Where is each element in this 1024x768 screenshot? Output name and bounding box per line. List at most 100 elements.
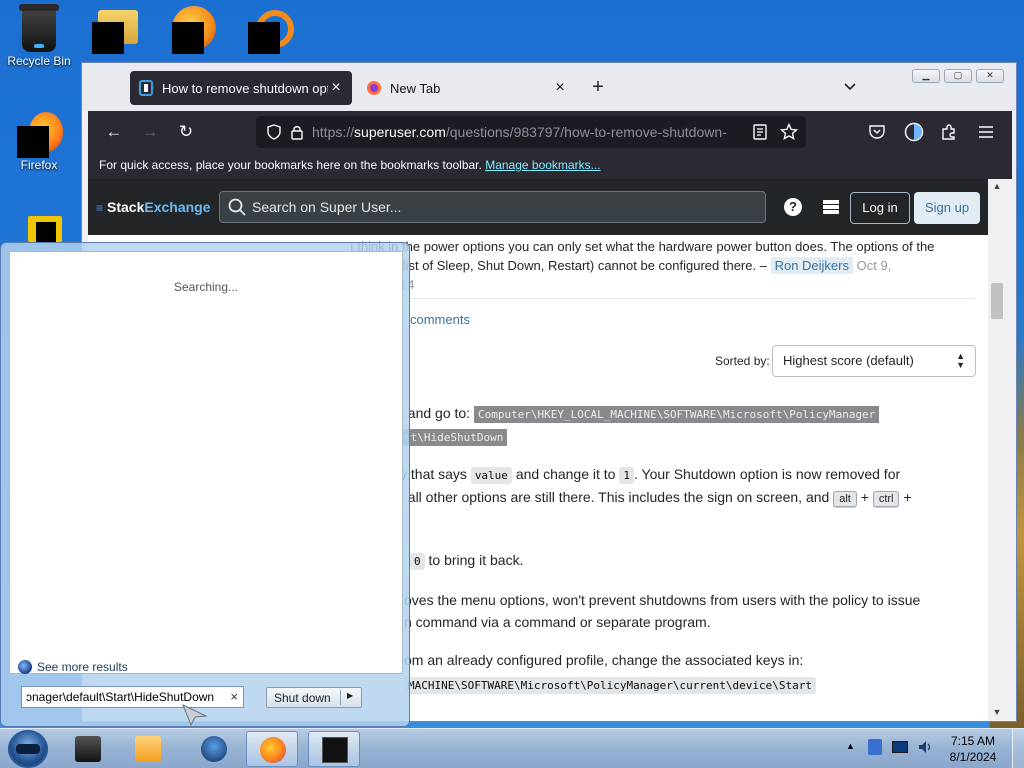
globe-app-icon	[201, 736, 227, 762]
clock-time: 7:15 AM	[950, 734, 996, 748]
shutdown-button[interactable]: Shut down ▶	[266, 687, 362, 708]
extensions-puzzle-icon[interactable]	[940, 123, 958, 141]
shutdown-options-arrow-icon[interactable]: ▶	[347, 691, 353, 700]
taskbar-app[interactable]	[62, 731, 114, 767]
lock-icon[interactable]	[290, 124, 304, 140]
help-icon[interactable]: ?	[784, 198, 802, 216]
login-button[interactable]: Log in	[850, 192, 910, 224]
pocket-icon[interactable]	[868, 123, 886, 141]
clock[interactable]: 7:15 AM 8/1/2024	[944, 733, 1002, 765]
globe-icon	[18, 660, 32, 674]
page-scrollbar[interactable]: ▲ ▼	[988, 179, 1006, 721]
answer-paragraph: 0 to bring it back.	[410, 549, 523, 573]
minimize-button[interactable]: ▁	[912, 69, 940, 83]
signup-button[interactable]: Sign up	[914, 192, 980, 224]
searching-status: Searching...	[173, 280, 239, 294]
search-results-pane: Searching... See more results	[9, 251, 403, 674]
bookmarks-hint: For quick access, place your bookmarks h…	[99, 158, 482, 172]
taskbar-app[interactable]	[122, 731, 174, 767]
speaker-icon[interactable]	[918, 739, 932, 755]
redacted-icon	[36, 222, 56, 242]
recycle-bin-label: Recycle Bin	[7, 54, 71, 68]
firefox-desktop-icon[interactable]: Firefox	[0, 112, 78, 172]
clear-search-icon[interactable]: ×	[230, 689, 238, 704]
maximize-button[interactable]: ▢	[944, 69, 972, 83]
redacted-icon	[17, 126, 49, 158]
url-bar[interactable]: https://superuser.com/questions/983797/h…	[256, 116, 806, 148]
tab-strip: How to remove shutdown optic × New Tab ×…	[82, 63, 1016, 111]
taskbar-firefox[interactable]	[246, 731, 298, 767]
forward-arrow-icon[interactable]: →	[140, 122, 160, 142]
scroll-up-arrow-icon[interactable]: ▲	[992, 181, 1002, 191]
bookmarks-toolbar: For quick access, place your bookmarks h…	[88, 153, 1012, 179]
code-path: Computer\HKEY_LOCAL_MACHINE\SOFTWARE\Mic…	[473, 406, 880, 423]
inbox-icon[interactable]	[822, 199, 840, 215]
firefox-favicon-icon	[366, 80, 382, 96]
show-hidden-icons-chevron-icon[interactable]: ▲	[846, 741, 855, 751]
comment: I think in the power options you can onl…	[350, 239, 935, 292]
superuser-favicon-icon	[138, 80, 154, 96]
see-more-results-link[interactable]: See more results	[18, 660, 128, 674]
tab-new-tab[interactable]: New Tab ×	[358, 71, 576, 105]
tab-title: New Tab	[390, 80, 441, 96]
redacted-icon	[248, 22, 280, 54]
firefox-label: Firefox	[20, 158, 58, 172]
account-icon[interactable]	[904, 122, 924, 142]
reload-icon[interactable]: ↻	[176, 122, 196, 142]
stackexchange-logo[interactable]: ≡ StackExchange	[96, 199, 211, 215]
answer-paragraph: y that says value and change it to 1. Yo…	[400, 466, 901, 484]
taskbar-monitor-app[interactable]	[308, 731, 360, 767]
shield-icon[interactable]	[266, 124, 282, 140]
answer-paragraph: t all other options are still there. Thi…	[400, 489, 912, 507]
media-player-icon	[135, 736, 161, 762]
start-menu: Searching... See more results ɔnager\def…	[0, 242, 410, 727]
kbd-alt: alt	[833, 491, 857, 507]
clock-date: 8/1/2024	[949, 750, 997, 764]
activity-monitor-icon	[322, 737, 348, 763]
tab-active[interactable]: How to remove shutdown optic ×	[130, 71, 352, 105]
url-scheme: https://	[312, 124, 355, 140]
display-icon[interactable]	[892, 741, 908, 753]
start-button[interactable]	[8, 730, 48, 768]
app-icon[interactable]	[28, 216, 62, 242]
answer-paragraph: rt\HideShutDown	[400, 425, 508, 449]
divider	[350, 298, 974, 299]
close-tab-icon[interactable]: ×	[552, 80, 568, 96]
sort-select[interactable]: Highest score (default) ▲ ▼	[772, 345, 976, 377]
code-path: rt\HideShutDown	[400, 429, 508, 446]
site-search-input[interactable]: Search on Super User...	[219, 191, 766, 223]
start-search-input[interactable]: ɔnager\default\Start\HideShutDown ×	[21, 686, 244, 708]
answer-paragraph: t and go to: Computer\HKEY_LOCAL_MACHINE…	[400, 402, 880, 426]
close-window-button[interactable]: ✕	[976, 69, 1004, 83]
answer-paragraph: oves the menu options, won't prevent shu…	[404, 592, 921, 630]
manage-bookmarks-link[interactable]: Manage bookmarks...	[485, 158, 600, 172]
app-icon	[75, 736, 101, 762]
close-tab-icon[interactable]: ×	[328, 80, 344, 96]
recycle-bin-icon[interactable]: Recycle Bin	[0, 4, 78, 68]
back-arrow-icon[interactable]: ←	[104, 122, 124, 142]
show-more-comments-link[interactable]: comments	[410, 309, 470, 331]
stack-logo-icon: ≡	[96, 201, 104, 215]
select-arrows-icon: ▲ ▼	[956, 351, 965, 370]
reader-view-icon[interactable]	[752, 124, 768, 140]
new-tab-plus-icon[interactable]: +	[588, 77, 608, 97]
search-icon	[228, 198, 246, 216]
url-path: /questions/983797/how-to-remove-shutdown…	[445, 124, 727, 140]
hamburger-menu-icon[interactable]	[978, 125, 994, 139]
site-header: ≡ StackExchange Search on Super User... ?…	[88, 179, 994, 235]
code-path: MACHINE\SOFTWARE\Microsoft\PolicyManager…	[404, 677, 816, 694]
show-desktop-button[interactable]	[1012, 729, 1024, 768]
comment-user-link[interactable]: Ron Deijkers	[770, 257, 853, 274]
network-icon[interactable]	[868, 739, 882, 755]
bookmark-star-icon[interactable]	[780, 123, 798, 141]
taskbar-app[interactable]	[188, 731, 240, 767]
sorted-by-label: Sorted by:	[715, 354, 770, 368]
answer-paragraph: om an already configured profile, change…	[404, 649, 816, 697]
firefox-icon	[260, 737, 286, 763]
scroll-thumb[interactable]	[991, 283, 1003, 319]
taskbar: ▲ 7:15 AM 8/1/2024	[0, 728, 1024, 768]
list-all-tabs-chevron-icon[interactable]	[842, 79, 858, 95]
url-host: superuser.com	[354, 124, 446, 140]
tab-title: How to remove shutdown optic	[162, 80, 328, 96]
scroll-down-arrow-icon[interactable]: ▼	[992, 707, 1002, 717]
